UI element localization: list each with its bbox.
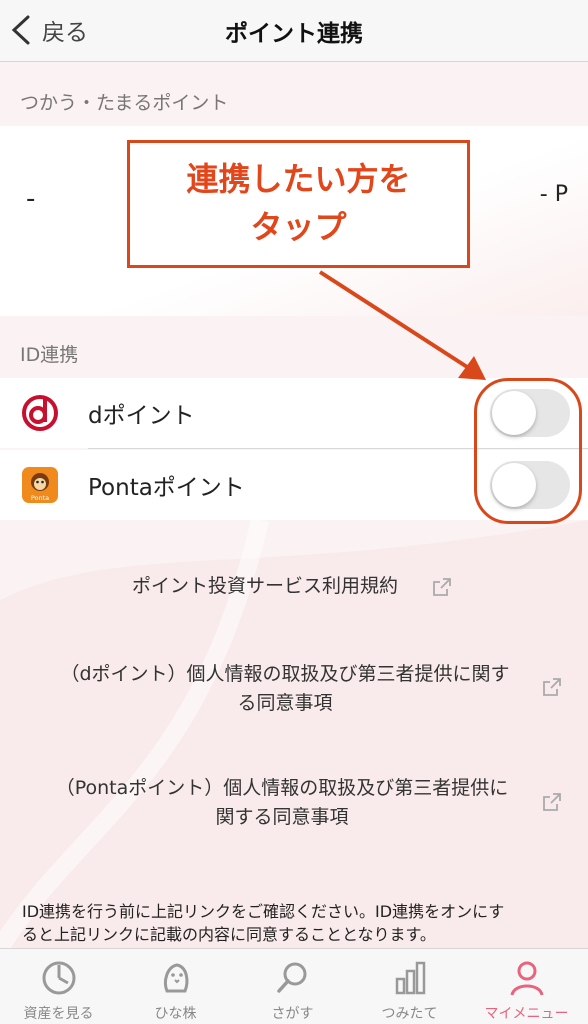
tab-search-label: さがす	[271, 1006, 314, 1022]
tab-tsumitate-label: つみたて	[381, 1006, 438, 1022]
toggle-knob	[492, 391, 536, 435]
dpoint-consent-line2: る同意事項	[237, 692, 333, 714]
external-link-icon	[543, 793, 561, 811]
d-point-logo	[22, 395, 58, 431]
ponta-consent-line1: （Pontaポイント）個人情報の取扱及び第三者提供に	[55, 777, 509, 799]
tab-my-menu[interactable]: マイメニュー	[468, 949, 585, 1024]
pie-clock-icon	[42, 961, 76, 995]
dpoint-label: dポイント	[88, 403, 195, 429]
id-link-notice: ID連携を行う前に上記リンクをご確認ください。ID連携をオンにす ると上記リンク…	[22, 900, 572, 946]
annotation-callout: 連携したい方を タップ	[127, 140, 470, 268]
ponta-consent-line2: 関する同意事項	[215, 806, 349, 828]
points-section-label: つかう・たまるポイント	[20, 92, 229, 114]
nav-header: 戻る ポイント連携	[0, 0, 588, 62]
tab-my-menu-label: マイメニュー	[484, 1006, 569, 1022]
tab-search[interactable]: さがす	[234, 949, 351, 1024]
ponta-toggle[interactable]	[490, 461, 570, 509]
toggle-knob	[492, 463, 536, 507]
id-section-label: ID連携	[20, 344, 79, 366]
tab-hina-kabu-label: ひな株	[154, 1006, 197, 1022]
points-left-value: -	[26, 184, 36, 214]
notice-line1: ID連携を行う前に上記リンクをご確認ください。ID連携をオンにす	[22, 902, 505, 921]
callout-line2: タップ	[250, 208, 347, 246]
ponta-consent-link[interactable]: （Pontaポイント）個人情報の取扱及び第三者提供に 関する同意事項	[32, 774, 532, 832]
tab-hina-kabu[interactable]: ひな株	[117, 949, 234, 1024]
chick-icon	[163, 963, 189, 993]
ponta-logo-text: Ponta	[31, 494, 49, 502]
bar-chart-icon	[395, 961, 426, 995]
notice-line2: ると上記リンクに記載の内容に同意することとなります。	[22, 925, 436, 944]
points-right-value: - P	[539, 182, 568, 207]
tab-tsumitate[interactable]: つみたて	[351, 949, 468, 1024]
terms-link-label: ポイント投資サービス利用規約	[132, 575, 399, 597]
tab-assets-label: 資産を見る	[23, 1006, 94, 1022]
callout-line1: 連携したい方を	[186, 160, 411, 198]
external-link-icon	[433, 578, 451, 596]
dpoint-toggle[interactable]	[490, 389, 570, 437]
ponta-logo: Ponta	[22, 467, 58, 503]
bottom-tab-bar: 資産を見る ひな株 さがす つみたて マイメニュー	[0, 948, 588, 1024]
dpoint-row[interactable]: dポイント	[0, 378, 588, 448]
tab-assets[interactable]: 資産を見る	[0, 949, 117, 1024]
external-link-icon	[543, 678, 561, 696]
search-icon	[277, 962, 307, 993]
terms-link[interactable]: ポイント投資サービス利用規約	[132, 572, 398, 601]
dpoint-consent-line1: （dポイント）個人情報の取扱及び第三者提供に関す	[60, 663, 510, 685]
ponta-label: Pontaポイント	[88, 475, 245, 501]
page-title: ポイント連携	[225, 21, 363, 47]
row-divider	[88, 448, 588, 449]
ponta-row[interactable]: Ponta Pontaポイント	[0, 450, 588, 520]
dpoint-consent-link[interactable]: （dポイント）個人情報の取扱及び第三者提供に関す る同意事項	[40, 660, 530, 718]
person-icon	[510, 961, 544, 996]
